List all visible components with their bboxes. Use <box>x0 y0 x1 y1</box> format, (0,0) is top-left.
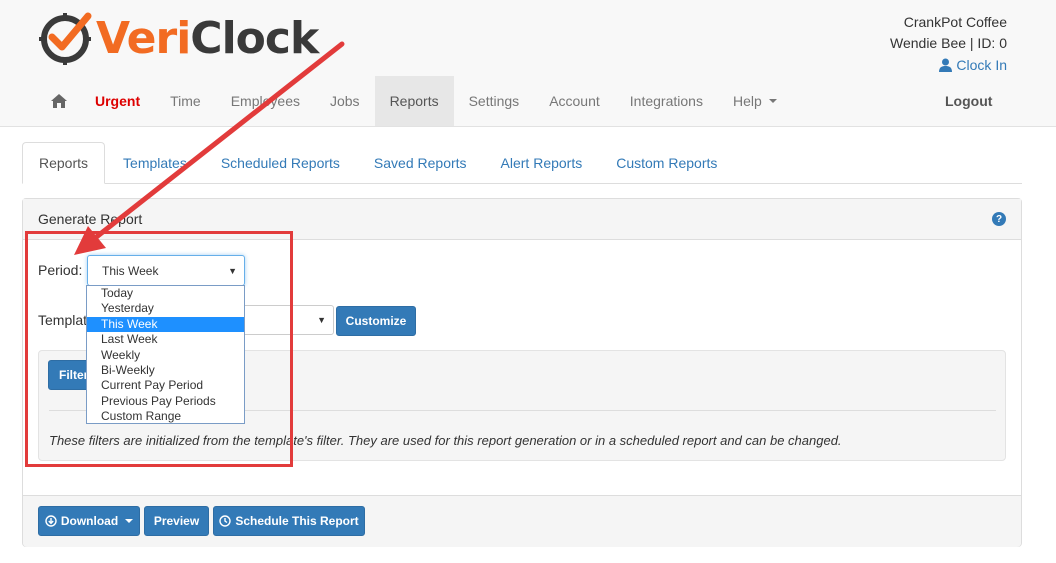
clock-check-logo-icon <box>39 12 92 65</box>
tab-scheduled-reports[interactable]: Scheduled Reports <box>205 142 356 184</box>
nav-reports[interactable]: Reports <box>374 76 454 126</box>
clock-in-label: Clock In <box>956 57 1007 73</box>
tab-alert-reports[interactable]: Alert Reports <box>485 142 599 184</box>
account-info: CrankPot Coffee Wendie Bee | ID: 0 <box>890 12 1007 54</box>
nav-help-dropdown[interactable]: Help <box>718 76 792 126</box>
nav-integrations[interactable]: Integrations <box>615 76 718 126</box>
schedule-report-button[interactable]: Schedule This Report <box>213 506 365 536</box>
panel-title: Generate Report <box>38 211 143 227</box>
clock-in-link[interactable]: Clock In <box>939 57 1007 73</box>
user-id-line: Wendie Bee | ID: 0 <box>890 35 1007 51</box>
reports-tabs: Reports Templates Scheduled Reports Save… <box>22 142 1022 184</box>
nav-help-label: Help <box>732 93 762 109</box>
nav-employees[interactable]: Employees <box>216 76 315 126</box>
nav-home[interactable] <box>38 76 80 126</box>
user-icon <box>939 58 953 72</box>
logo-text-veri: Veri <box>96 13 191 64</box>
caret-down-icon <box>768 99 777 103</box>
schedule-label: Schedule This Report <box>235 514 359 528</box>
clock-icon <box>219 515 232 527</box>
preview-button[interactable]: Preview <box>144 506 209 536</box>
tab-saved-reports[interactable]: Saved Reports <box>358 142 483 184</box>
nav-urgent[interactable]: Urgent <box>80 76 155 126</box>
caret-down-icon <box>125 519 134 523</box>
download-label: Download <box>60 514 119 528</box>
annotation-highlight-box <box>25 231 293 467</box>
customize-button[interactable]: Customize <box>336 306 416 336</box>
tab-custom-reports[interactable]: Custom Reports <box>600 142 733 184</box>
top-navbar: VeriClock CrankPot Coffee Wendie Bee | I… <box>0 0 1056 127</box>
nav-jobs[interactable]: Jobs <box>315 76 375 126</box>
home-icon <box>51 94 67 108</box>
select-arrow-icon: ▼ <box>317 315 326 325</box>
logo-text-clock: Clock <box>190 13 319 64</box>
question-circle-icon[interactable]: ? <box>992 212 1006 226</box>
tab-templates[interactable]: Templates <box>107 142 203 184</box>
tab-reports[interactable]: Reports <box>22 142 106 184</box>
vericlock-logo[interactable]: VeriClock <box>36 10 319 68</box>
logo-text: VeriClock <box>96 10 319 68</box>
download-circle-icon <box>45 515 57 527</box>
logout-link[interactable]: Logout <box>930 76 1007 126</box>
nav-time[interactable]: Time <box>155 76 216 126</box>
panel-footer: Download Preview Schedule This Report <box>23 495 1021 547</box>
main-nav: Urgent Time Employees Jobs Reports Setti… <box>38 76 792 126</box>
download-button[interactable]: Download <box>38 506 140 536</box>
company-name: CrankPot Coffee <box>903 14 1007 30</box>
nav-account[interactable]: Account <box>534 76 615 126</box>
nav-settings[interactable]: Settings <box>454 76 535 126</box>
vericlock-reports-page: VeriClock CrankPot Coffee Wendie Bee | I… <box>0 0 1056 563</box>
